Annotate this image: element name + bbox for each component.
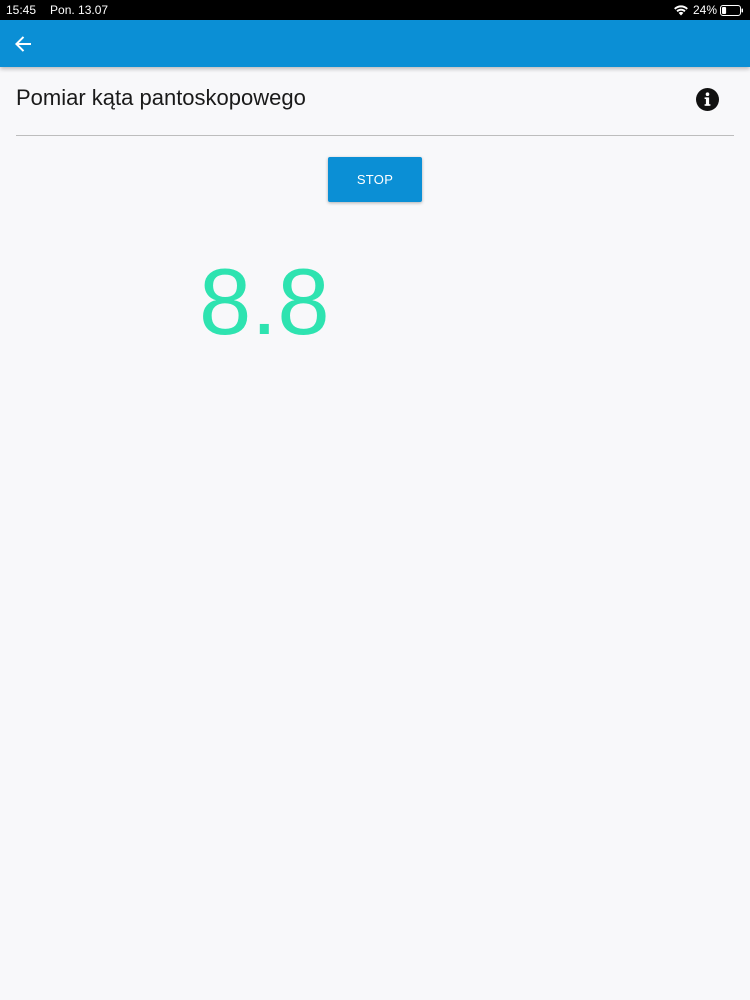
divider (16, 135, 734, 136)
status-date: Pon. 13.07 (50, 3, 109, 17)
back-button[interactable] (10, 31, 36, 57)
info-icon (696, 88, 719, 111)
measurement-value: 8.8 (199, 249, 330, 354)
status-left: 15:45 Pon. 13.07 (6, 3, 108, 17)
app-bar (0, 20, 750, 67)
status-right: 24% (673, 3, 744, 17)
wifi-icon (674, 5, 688, 16)
stop-button[interactable]: STOP (328, 157, 422, 202)
arrow-left-icon (15, 36, 31, 52)
info-button[interactable] (695, 87, 720, 112)
status-bar: 15:45 Pon. 13.07 24% (0, 0, 750, 20)
page-title: Pomiar kąta pantoskopowego (16, 85, 306, 110)
battery-icon (720, 4, 743, 16)
battery-percentage: 24% (692, 3, 717, 17)
status-time: 15:45 (6, 3, 37, 17)
